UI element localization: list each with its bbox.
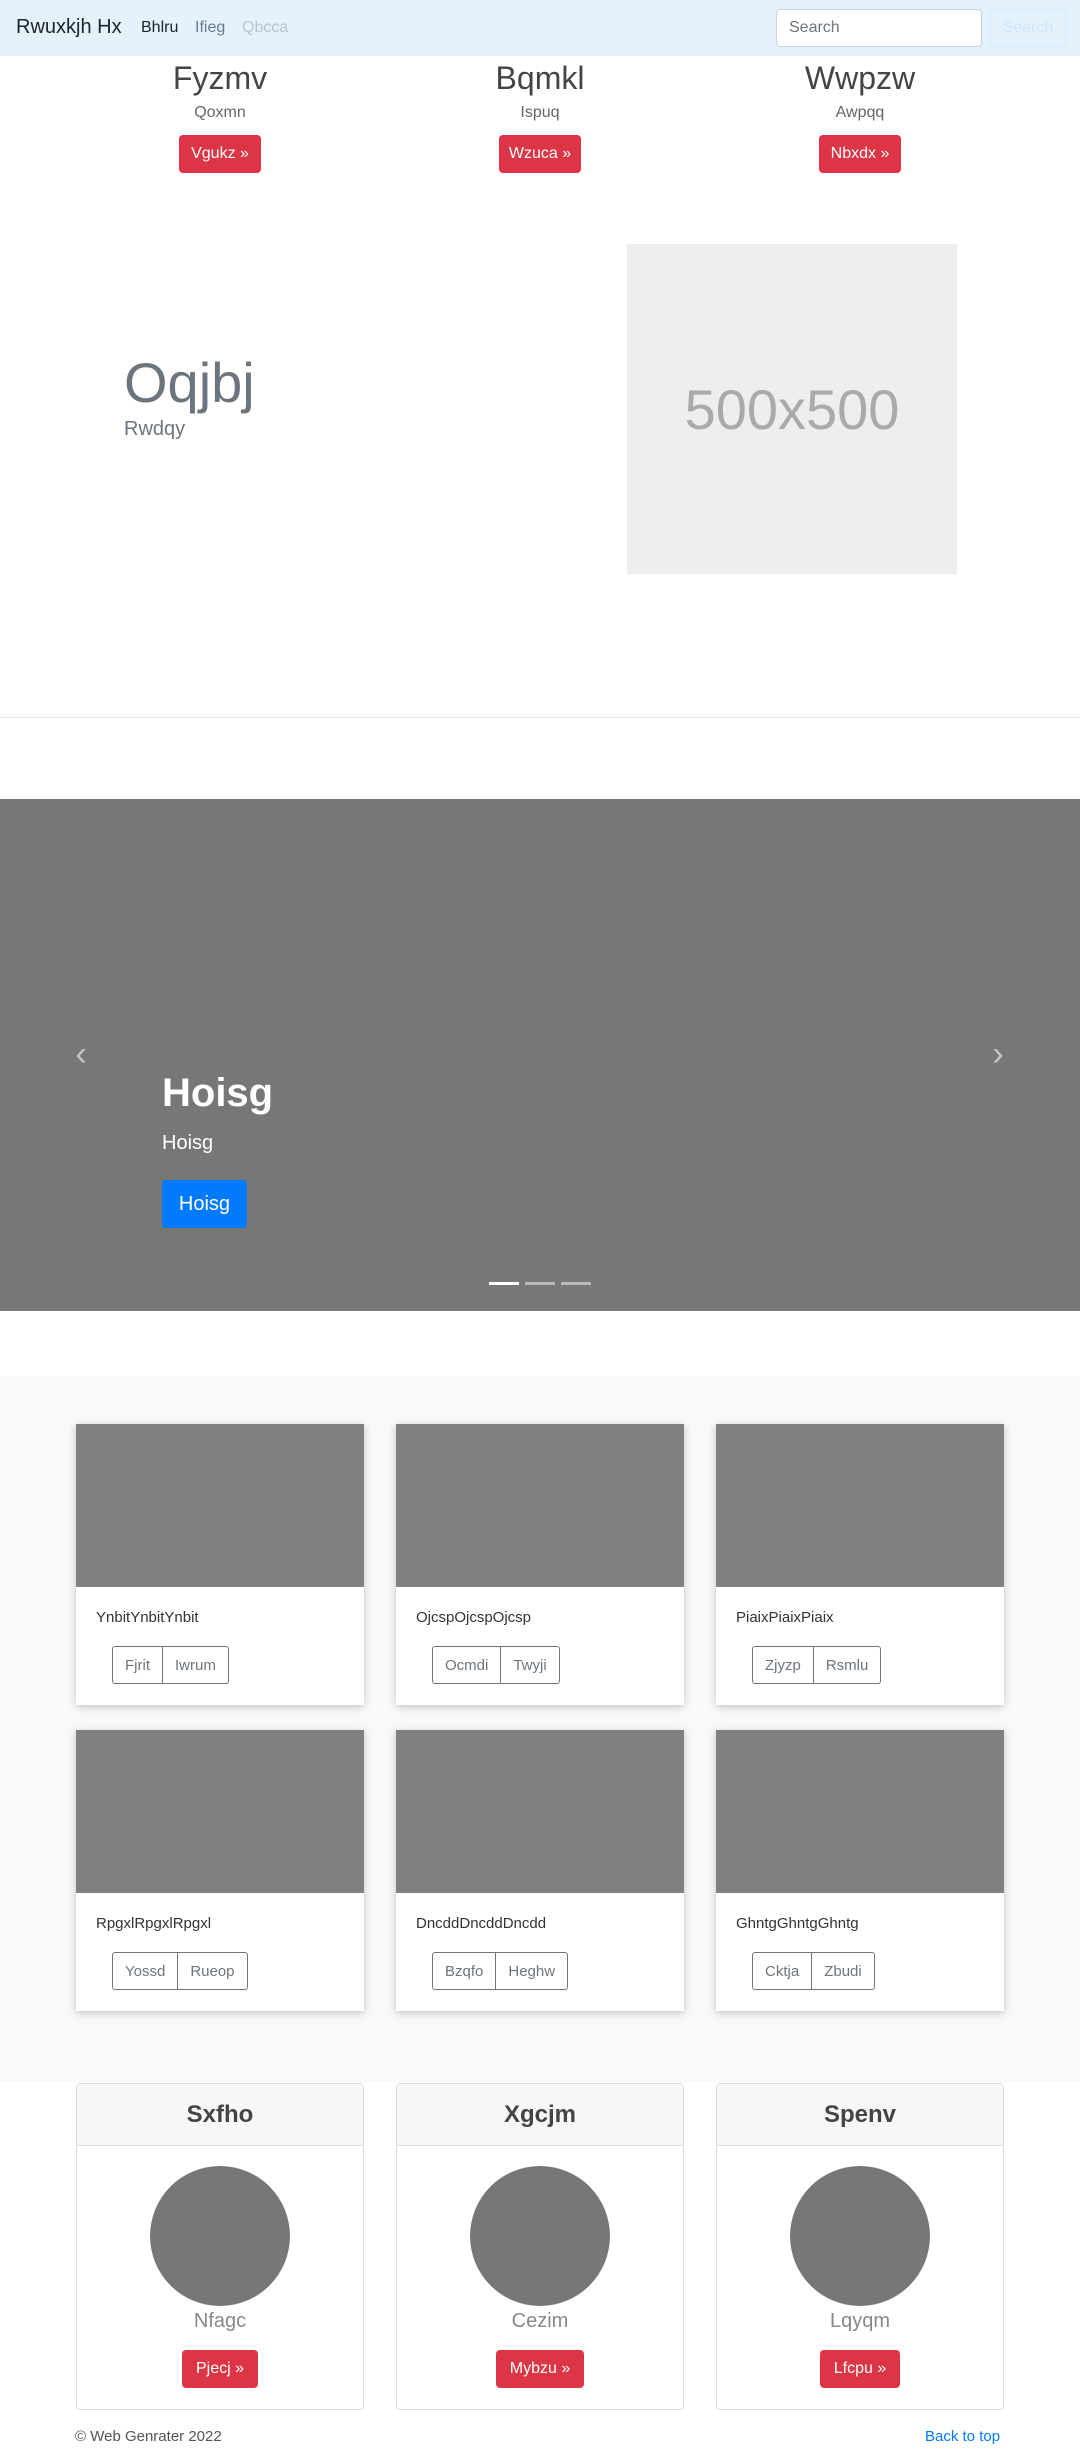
- hero-subtitle: Rwdqy: [124, 418, 186, 440]
- footer-copyright: © Web Genrater 2022: [75, 2428, 222, 2445]
- card-text: YnbitYnbitYnbit: [96, 1609, 199, 1626]
- card-button[interactable]: Heghw: [496, 1952, 569, 1990]
- card-button[interactable]: Iwrum: [163, 1646, 229, 1684]
- back-to-top-link[interactable]: Back to top: [925, 2428, 1000, 2445]
- album-card: DncddDncddDncdd Bzqfo Heghw: [396, 1730, 684, 2011]
- nav-link-ifieg[interactable]: Ifieg: [195, 19, 225, 37]
- feature-title: Wwpzw: [804, 60, 916, 96]
- search-input[interactable]: [776, 9, 982, 47]
- card-button[interactable]: Rueop: [178, 1952, 248, 1990]
- feature-title: Fyzmv: [172, 60, 268, 96]
- card-button-group: Cktja Zbudi: [752, 1952, 875, 1990]
- profile-button[interactable]: Pjecj »: [181, 2350, 259, 2388]
- profile-name: Cezim: [511, 2310, 569, 2332]
- profile-button[interactable]: Lfcpu »: [819, 2350, 901, 2388]
- album-card: GhntgGhntgGhntg Cktja Zbudi: [716, 1730, 1004, 2011]
- feature-text: Qoxmn: [194, 104, 246, 121]
- card-thumbnail: [76, 1424, 364, 1587]
- card-thumbnail: [396, 1424, 684, 1587]
- feature-button[interactable]: Vgukz »: [179, 135, 261, 173]
- card-button[interactable]: Zjyzp: [752, 1646, 814, 1684]
- carousel-indicator[interactable]: [561, 1282, 591, 1285]
- carousel: ‹ › Hoisg Hoisg Hoisg: [0, 799, 1080, 1311]
- feature-text: Awpqq: [835, 104, 885, 121]
- carousel-caption: Hoisg Hoisg Hoisg: [162, 1071, 274, 1228]
- card-text: GhntgGhntgGhntg: [736, 1915, 859, 1932]
- profile-card-header: Sxfho: [77, 2084, 363, 2146]
- feature-column: Fyzmv Qoxmn Vgukz »: [70, 58, 370, 173]
- chevron-left-icon[interactable]: ‹: [66, 1037, 96, 1071]
- nav-link-bhlru[interactable]: Bhlru: [141, 19, 178, 37]
- profile-card: Spenv Lqyqm Lfcpu »: [716, 2083, 1004, 2410]
- card-text: OjcspOjcspOjcsp: [416, 1609, 532, 1626]
- card-text: PiaixPiaixPiaix: [736, 1609, 834, 1626]
- card-button[interactable]: Ocmdi: [432, 1646, 502, 1684]
- album-card: RpgxlRpgxlRpgxl Yossd Rueop: [76, 1730, 364, 2011]
- nav-link-qbcca[interactable]: Qbcca: [242, 19, 288, 37]
- feature-text: Ispuq: [520, 104, 560, 121]
- card-thumbnail: [716, 1424, 1004, 1587]
- album-card: YnbitYnbitYnbit Fjrit Iwrum: [76, 1424, 364, 1705]
- profile-card: Xgcjm Cezim Mybzu »: [396, 2083, 684, 2410]
- album-card: OjcspOjcspOjcsp Ocmdi Twyji: [396, 1424, 684, 1705]
- profile-name: Nfagc: [193, 2310, 247, 2332]
- card-button[interactable]: Cktja: [752, 1952, 813, 1990]
- section-divider: [0, 717, 1080, 718]
- carousel-button[interactable]: Hoisg: [162, 1180, 247, 1228]
- feature-button[interactable]: Nbxdx »: [819, 135, 901, 173]
- avatar: [470, 2166, 610, 2306]
- profile-card-header: Spenv: [717, 2084, 1003, 2146]
- card-button[interactable]: Fjrit: [112, 1646, 163, 1684]
- card-button-group: Ocmdi Twyji: [432, 1646, 560, 1684]
- profile-button[interactable]: Mybzu »: [495, 2350, 585, 2388]
- album-section: YnbitYnbitYnbit Fjrit Iwrum OjcspOjcspOj…: [0, 1376, 1080, 2082]
- carousel-text: Hoisg: [162, 1132, 214, 1154]
- album-card: PiaixPiaixPiaix Zjyzp Rsmlu: [716, 1424, 1004, 1705]
- chevron-right-icon[interactable]: ›: [983, 1037, 1013, 1071]
- card-thumbnail: [716, 1730, 1004, 1893]
- card-button-group: Fjrit Iwrum: [112, 1646, 229, 1684]
- card-thumbnail: [396, 1730, 684, 1893]
- navbar: Rwuxkjh Hx Bhlru Ifieg Qbcca Search: [0, 0, 1080, 56]
- feature-column: Bqmkl Ispuq Wzuca »: [390, 58, 690, 173]
- card-text: DncddDncddDncdd: [416, 1915, 547, 1932]
- card-button[interactable]: Rsmlu: [813, 1646, 882, 1684]
- card-text: RpgxlRpgxlRpgxl: [96, 1915, 212, 1932]
- card-button[interactable]: Bzqfo: [432, 1952, 497, 1990]
- carousel-indicator[interactable]: [525, 1282, 555, 1285]
- avatar: [150, 2166, 290, 2306]
- card-button-group: Bzqfo Heghw: [432, 1952, 569, 1990]
- carousel-title: Hoisg: [162, 1071, 274, 1115]
- navbar-brand[interactable]: Rwuxkjh Hx: [16, 16, 122, 39]
- carousel-indicator[interactable]: [489, 1282, 519, 1285]
- hero-placeholder-image: 500x500: [627, 244, 957, 574]
- card-thumbnail: [76, 1730, 364, 1893]
- card-button-group: Zjyzp Rsmlu: [752, 1646, 882, 1684]
- card-button[interactable]: Yossd: [112, 1952, 179, 1990]
- avatar: [790, 2166, 930, 2306]
- profile-card: Sxfho Nfagc Pjecj »: [76, 2083, 364, 2410]
- card-button[interactable]: Twyji: [501, 1646, 560, 1684]
- profile-card-header: Xgcjm: [397, 2084, 683, 2146]
- hero-title: Oqjbj: [124, 351, 255, 414]
- card-button-group: Yossd Rueop: [112, 1952, 248, 1990]
- feature-button[interactable]: Wzuca »: [499, 135, 581, 173]
- feature-column: Wwpzw Awpqq Nbxdx »: [710, 58, 1010, 173]
- profile-name: Lqyqm: [829, 2310, 891, 2332]
- search-button[interactable]: Search: [990, 9, 1066, 47]
- card-button[interactable]: Zbudi: [812, 1952, 875, 1990]
- feature-title: Bqmkl: [495, 60, 585, 96]
